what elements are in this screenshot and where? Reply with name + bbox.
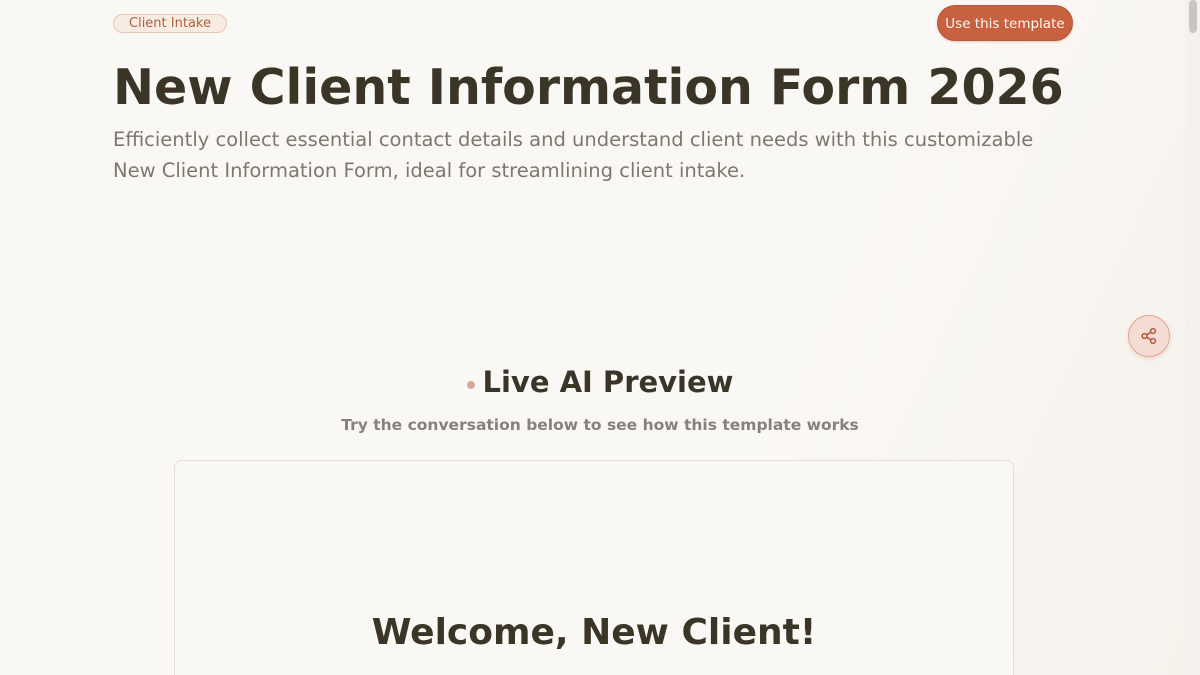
live-preview-subtitle: Try the conversation below to see how th… <box>341 416 859 434</box>
scrollbar-thumb[interactable] <box>1189 0 1197 33</box>
welcome-title: Welcome, New Client! <box>371 612 817 653</box>
scrollbar[interactable] <box>1186 0 1200 675</box>
live-preview-title: Live AI Preview <box>482 365 734 399</box>
category-tag: Client Intake <box>113 14 227 33</box>
use-template-button[interactable]: Use this template <box>937 5 1073 41</box>
live-preview-heading: Live AI Preview <box>0 364 1200 400</box>
page-title: New Client Information Form 2026 <box>113 59 1064 116</box>
share-icon <box>1141 327 1157 345</box>
share-button[interactable] <box>1128 315 1170 357</box>
preview-panel: Welcome, New Client! <box>174 460 1014 675</box>
status-dot <box>466 380 475 389</box>
page-description: Efficiently collect essential contact de… <box>113 128 1034 182</box>
